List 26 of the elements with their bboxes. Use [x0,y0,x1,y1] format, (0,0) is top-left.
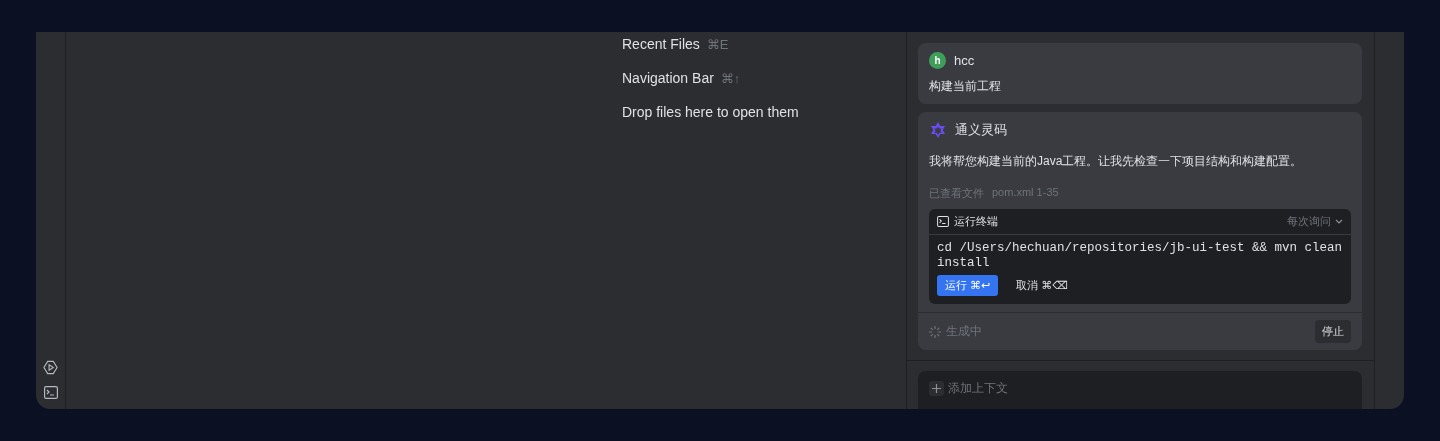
terminal-icon[interactable] [43,386,58,399]
run-icon[interactable] [43,360,58,375]
user-avatar: h [929,52,946,69]
star-logo-icon [929,121,947,139]
chevron-down-icon[interactable] [1335,219,1343,224]
cancel-button[interactable]: 取消 ⌘⌫ [1008,275,1076,296]
mode-dropdown[interactable]: 每次询问 [1287,214,1331,229]
hint-label: Navigation Bar [622,69,714,88]
command-text: cd /Users/hechuan/repositories/jb-ui-test && mvn clean install [936,240,1344,272]
hint-label: Drop files here to open them [622,103,799,122]
run-button[interactable]: 运行 ⌘↩ [937,275,999,296]
plus-icon [929,381,944,396]
add-context-button[interactable]: 添加上下文 [929,380,1008,397]
author-name: hcc [954,53,975,68]
shortcut-label: ⌘↑ [720,70,741,88]
message-text: 构建当前工程 [929,78,1002,95]
stop-button[interactable]: 停止 [1315,320,1351,343]
spinner-icon [929,325,941,338]
hint-label: Recent Files [622,35,700,54]
chat-input-field[interactable]: 添加上下文 [918,371,1362,409]
terminal-title: 运行终端 [954,214,998,229]
author-name: 通义灵码 [955,121,1007,139]
shortcut-label: ⌘E [706,36,729,54]
terminal-icon [937,216,949,227]
file-link[interactable]: pom.xml 1-35 [992,186,1059,201]
message-text: 我将帮您构建当前的Java工程。让我先检查一下项目结构和构建配置。 [929,153,1304,170]
